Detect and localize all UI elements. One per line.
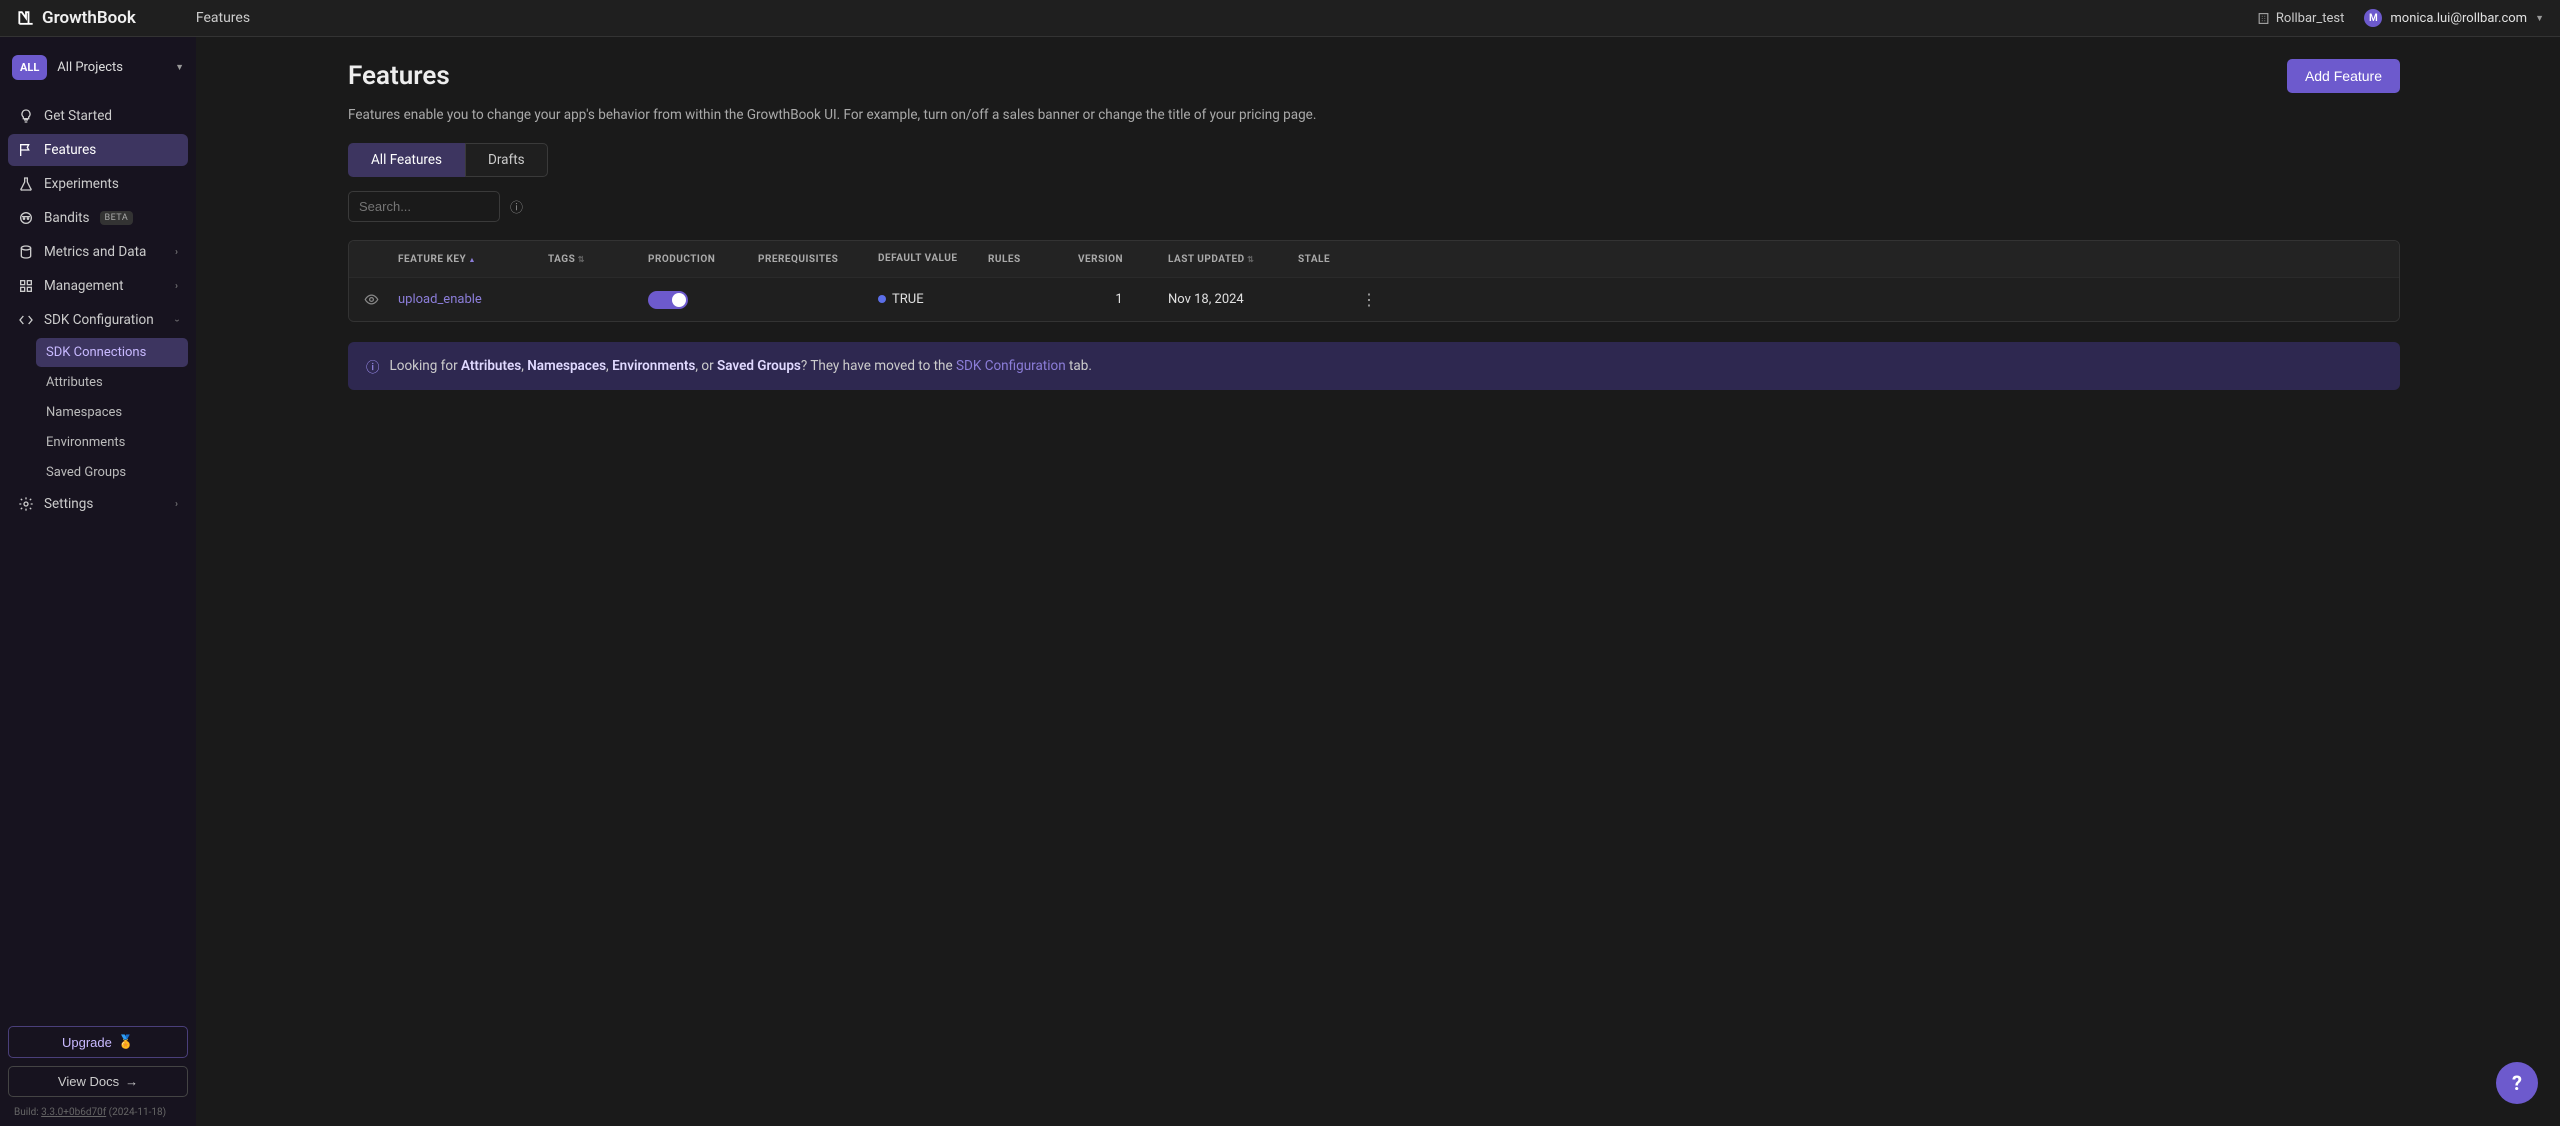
sidebar-item-label: SDK Configuration (44, 312, 154, 328)
beta-badge: BETA (100, 211, 134, 225)
cell-production (644, 291, 754, 309)
info-icon: ⓘ (366, 356, 380, 376)
status-dot-icon (878, 295, 886, 303)
production-toggle[interactable] (648, 291, 688, 309)
sidebar-sub-saved-groups[interactable]: Saved Groups (36, 458, 188, 487)
col-production[interactable]: PRODUCTION (644, 254, 754, 265)
sidebar-item-label: Features (44, 142, 96, 158)
project-label: All Projects (57, 60, 165, 75)
sidebar-item-metrics[interactable]: Metrics and Data › (8, 236, 188, 268)
arrow-right-icon: → (125, 1074, 138, 1089)
upgrade-button[interactable]: Upgrade 🏅 (8, 1026, 188, 1058)
growthbook-icon (16, 8, 36, 28)
user-menu[interactable]: M monica.lui@rollbar.com ▼ (2364, 9, 2544, 27)
upgrade-label: Upgrade (62, 1035, 112, 1050)
cell-version: 1 (1074, 292, 1164, 307)
flag-icon (18, 142, 34, 158)
col-version[interactable]: VERSION (1074, 254, 1164, 265)
sidebar-item-sdk[interactable]: SDK Configuration › (8, 304, 188, 336)
features-table: FEATURE KEY TAGS PRODUCTION PREREQUISITE… (348, 240, 2400, 322)
sidebar-sub-environments[interactable]: Environments (36, 428, 188, 457)
chevron-right-icon: › (175, 499, 178, 510)
project-badge: ALL (12, 55, 47, 80)
chevron-down-icon: › (171, 318, 182, 321)
sidebar: ALL All Projects ▼ Get Started Features … (0, 37, 196, 1126)
tab-all-features[interactable]: All Features (348, 143, 465, 177)
page-description: Features enable you to change your app's… (348, 107, 2400, 123)
cell-default-value: TRUE (874, 292, 984, 307)
col-stale[interactable]: STALE (1294, 254, 1354, 265)
lightbulb-icon (18, 108, 34, 124)
add-feature-button[interactable]: Add Feature (2287, 59, 2400, 93)
col-prerequisites[interactable]: PREREQUISITES (754, 254, 874, 265)
grid-icon (18, 278, 34, 294)
topbar: GrowthBook Features Rollbar_test M monic… (0, 0, 2560, 37)
brand-name: GrowthBook (42, 8, 136, 28)
sidebar-item-label: Metrics and Data (44, 244, 146, 260)
eye-icon (364, 292, 379, 307)
org-name-text: Rollbar_test (2276, 11, 2345, 26)
watch-toggle[interactable] (349, 292, 394, 307)
col-tags[interactable]: TAGS (544, 254, 644, 265)
table-row[interactable]: upload_enable TRUE 1 Nov 18, 2024 ⋮ (349, 277, 2399, 321)
project-switcher[interactable]: ALL All Projects ▼ (8, 49, 188, 86)
row-menu-button[interactable]: ⋮ (1354, 290, 1384, 309)
sidebar-sub-attributes[interactable]: Attributes (36, 368, 188, 397)
view-docs-button[interactable]: View Docs → (8, 1066, 188, 1097)
moved-notice: ⓘ Looking for Attributes, Namespaces, En… (348, 342, 2400, 390)
sidebar-item-label: Management (44, 278, 124, 294)
gear-icon (18, 496, 34, 512)
main-content: Features Add Feature Features enable you… (196, 37, 2560, 1126)
build-info: Build: 3.3.0+0b6d70f (2024-11-18) (8, 1107, 188, 1118)
sdk-config-link[interactable]: SDK Configuration (956, 358, 1066, 374)
code-icon (18, 312, 34, 328)
building-icon (2257, 12, 2270, 25)
breadcrumb: Features (196, 10, 250, 26)
col-feature-key[interactable]: FEATURE KEY (394, 254, 544, 265)
sidebar-item-label: Settings (44, 496, 93, 512)
col-rules[interactable]: RULES (984, 254, 1074, 265)
sidebar-sub-namespaces[interactable]: Namespaces (36, 398, 188, 427)
sidebar-item-get-started[interactable]: Get Started (8, 100, 188, 132)
help-fab[interactable]: ? (2496, 1062, 2538, 1104)
chevron-down-icon: ▼ (2535, 13, 2544, 24)
flask-icon (18, 176, 34, 192)
docs-label: View Docs (58, 1074, 119, 1089)
sidebar-item-experiments[interactable]: Experiments (8, 168, 188, 200)
database-icon (18, 244, 34, 260)
tab-drafts[interactable]: Drafts (465, 143, 548, 177)
brand-logo[interactable]: GrowthBook (16, 8, 136, 28)
sidebar-item-bandits[interactable]: Bandits BETA (8, 202, 188, 234)
chevron-right-icon: › (175, 281, 178, 292)
sidebar-item-label: Get Started (44, 108, 112, 124)
cell-last-updated: Nov 18, 2024 (1164, 292, 1294, 307)
page-title: Features (348, 61, 450, 91)
chevron-down-icon: ▼ (175, 62, 184, 73)
avatar: M (2364, 9, 2382, 27)
bandit-icon (18, 210, 34, 226)
org-switcher[interactable]: Rollbar_test (2257, 11, 2345, 26)
sidebar-item-settings[interactable]: Settings › (8, 488, 188, 520)
info-icon[interactable]: ⓘ (510, 197, 523, 216)
search-input[interactable] (348, 191, 500, 222)
sidebar-item-label: Experiments (44, 176, 119, 192)
feature-tabs: All Features Drafts (348, 143, 2400, 177)
user-email: monica.lui@rollbar.com (2390, 11, 2527, 26)
award-icon: 🏅 (118, 1034, 134, 1050)
sidebar-sub-connections[interactable]: SDK Connections (36, 338, 188, 367)
feature-key-link[interactable]: upload_enable (394, 292, 544, 307)
sidebar-item-label: Bandits (44, 210, 90, 226)
sidebar-item-management[interactable]: Management › (8, 270, 188, 302)
chevron-right-icon: › (175, 247, 178, 258)
col-default-value[interactable]: DEFAULT VALUE (874, 253, 984, 265)
sidebar-item-features[interactable]: Features (8, 134, 188, 166)
col-last-updated[interactable]: LAST UPDATED (1164, 254, 1294, 265)
